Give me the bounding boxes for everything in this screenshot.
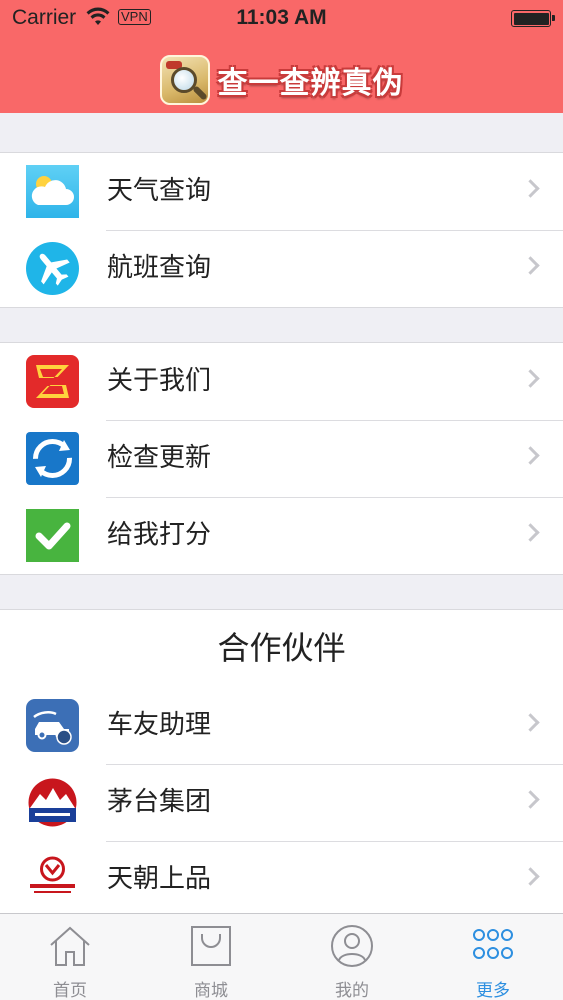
list-item-car-assistant[interactable]: 车友助理: [0, 687, 563, 764]
chevron-right-icon: [521, 446, 540, 465]
shopping-bag-icon: [191, 926, 231, 966]
tianchao-logo-icon: [26, 853, 79, 906]
more-grid-icon: [473, 929, 513, 959]
moutai-logo-icon: [26, 776, 79, 829]
home-icon: [50, 926, 90, 966]
partners-group: 合作伙伴 车友助理 茅台集团 天朝上品: [0, 609, 563, 915]
list-item-label: 天气查询: [107, 176, 212, 206]
chevron-right-icon: [521, 369, 540, 388]
tab-mine[interactable]: 我的: [282, 914, 422, 1000]
chevron-right-icon: [521, 713, 540, 732]
nav-title-bar: 查一查辨真伪: [0, 52, 563, 108]
tab-more[interactable]: 更多: [423, 914, 563, 1000]
chevron-right-icon: [521, 179, 540, 198]
list-item-check-update[interactable]: 检查更新: [0, 420, 563, 497]
clock: 11:03 AM: [236, 6, 327, 29]
navigation-header: Carrier VPN 11:03 AM 查一查辨真伪: [0, 0, 563, 113]
checkmark-icon: [26, 509, 79, 562]
car-assistant-icon: [26, 699, 79, 752]
list-item-moutai[interactable]: 茅台集团: [0, 764, 563, 841]
tab-mall[interactable]: 商城: [141, 914, 281, 1000]
status-bar: Carrier VPN 11:03 AM: [0, 0, 563, 38]
user-icon: [331, 925, 373, 967]
tab-label: 商城: [194, 981, 228, 1000]
list-item-label: 车友助理: [107, 710, 212, 740]
tab-label: 首页: [53, 981, 87, 1000]
list-item-label: 给我打分: [107, 520, 212, 550]
list-item-weather[interactable]: 天气查询: [0, 153, 563, 230]
list-item-tianchao[interactable]: 天朝上品: [0, 841, 563, 914]
list-item-label: 航班查询: [107, 253, 212, 283]
tab-label: 更多: [476, 981, 510, 1000]
list-item-flight[interactable]: 航班查询: [0, 230, 563, 307]
list-item-label: 检查更新: [107, 443, 212, 473]
tab-home[interactable]: 首页: [0, 914, 140, 1000]
chevron-right-icon: [521, 867, 540, 886]
list-item-label: 关于我们: [107, 366, 212, 396]
airplane-icon: [26, 242, 79, 295]
about-logo-icon: [26, 355, 79, 408]
section-header-partners: 合作伙伴: [217, 629, 346, 667]
app-info-group: 关于我们 检查更新 给我打分: [0, 342, 563, 575]
query-group: 天气查询 航班查询: [0, 152, 563, 308]
weather-cloud-icon: [26, 165, 79, 218]
refresh-icon: [26, 432, 79, 485]
list-item-about[interactable]: 关于我们: [0, 343, 563, 420]
magnifier-app-logo-icon: [159, 55, 210, 105]
tab-label: 我的: [335, 981, 369, 1000]
chevron-right-icon: [521, 523, 540, 542]
battery-fill: [513, 12, 549, 25]
list-item-rate[interactable]: 给我打分: [0, 497, 563, 574]
list-item-label: 天朝上品: [107, 864, 212, 894]
battery-icon: [511, 10, 555, 27]
list-item-label: 茅台集团: [107, 787, 212, 817]
page-title: 查一查辨真伪: [217, 66, 404, 101]
chevron-right-icon: [521, 256, 540, 275]
chevron-right-icon: [521, 790, 540, 809]
tab-bar: 首页 商城 我的 更多: [0, 913, 563, 1000]
